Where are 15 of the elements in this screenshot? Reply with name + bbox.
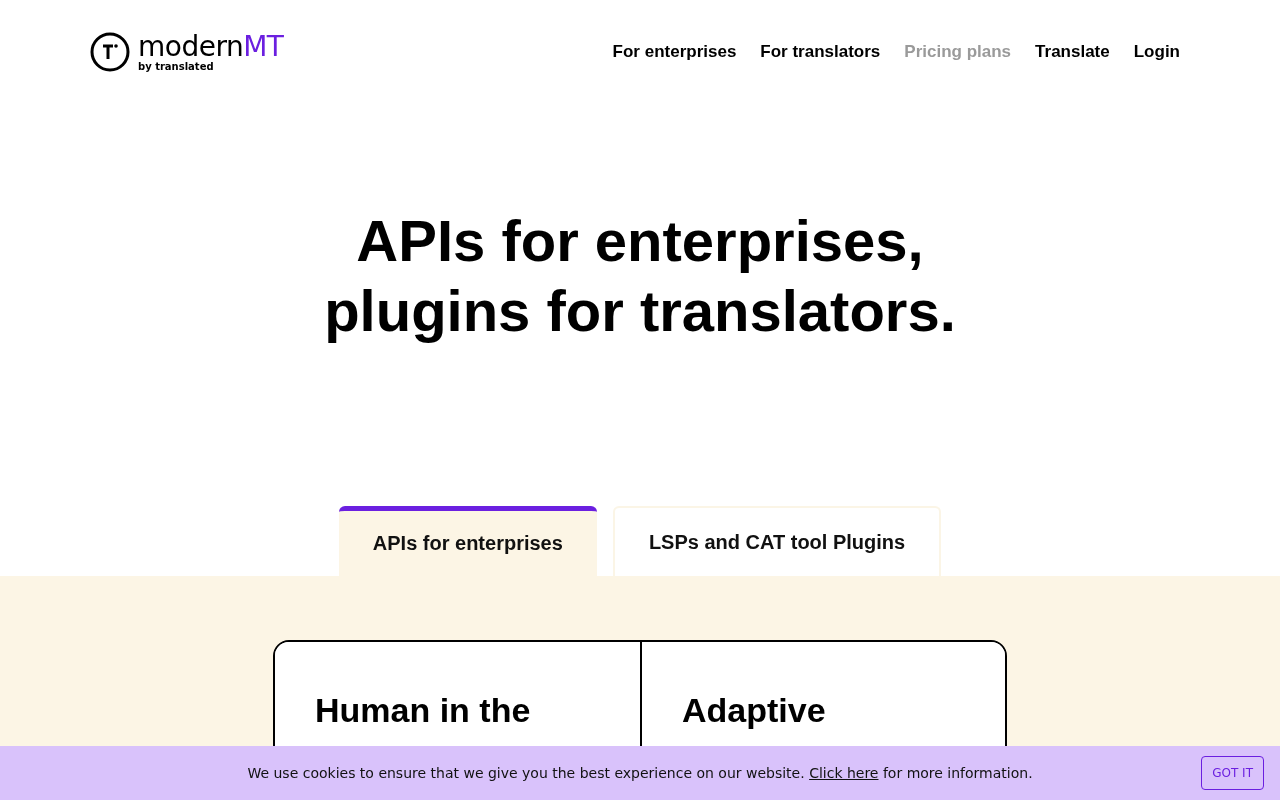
logo-wordmark[interactable]: modernMT: [138, 32, 284, 61]
tab[interactable]: APIs for enterprises: [338, 506, 597, 576]
tab[interactable]: LSPs and CAT tool Plugins: [612, 506, 942, 576]
cookie-message: We use cookies to ensure that we give you the best experience on our website. Click here for more information.: [247, 765, 1033, 781]
logo-icon[interactable]: [90, 32, 130, 72]
hero-heading: APIs for enterprises, plugins for translators.: [323, 207, 957, 345]
nav-link[interactable]: For translators: [760, 42, 881, 62]
card-heading: Human in the: [315, 690, 532, 730]
card-heading: Adaptive: [682, 690, 827, 730]
nav-link[interactable]: For enterprises: [612, 42, 737, 62]
nav-link[interactable]: Translate: [1035, 42, 1110, 62]
nav-link[interactable]: Login: [1133, 42, 1180, 62]
logo-tagline: by translated: [138, 60, 215, 72]
cookie-link[interactable]: Click here: [809, 765, 879, 781]
got-it-button[interactable]: GOT IT: [1201, 756, 1264, 790]
